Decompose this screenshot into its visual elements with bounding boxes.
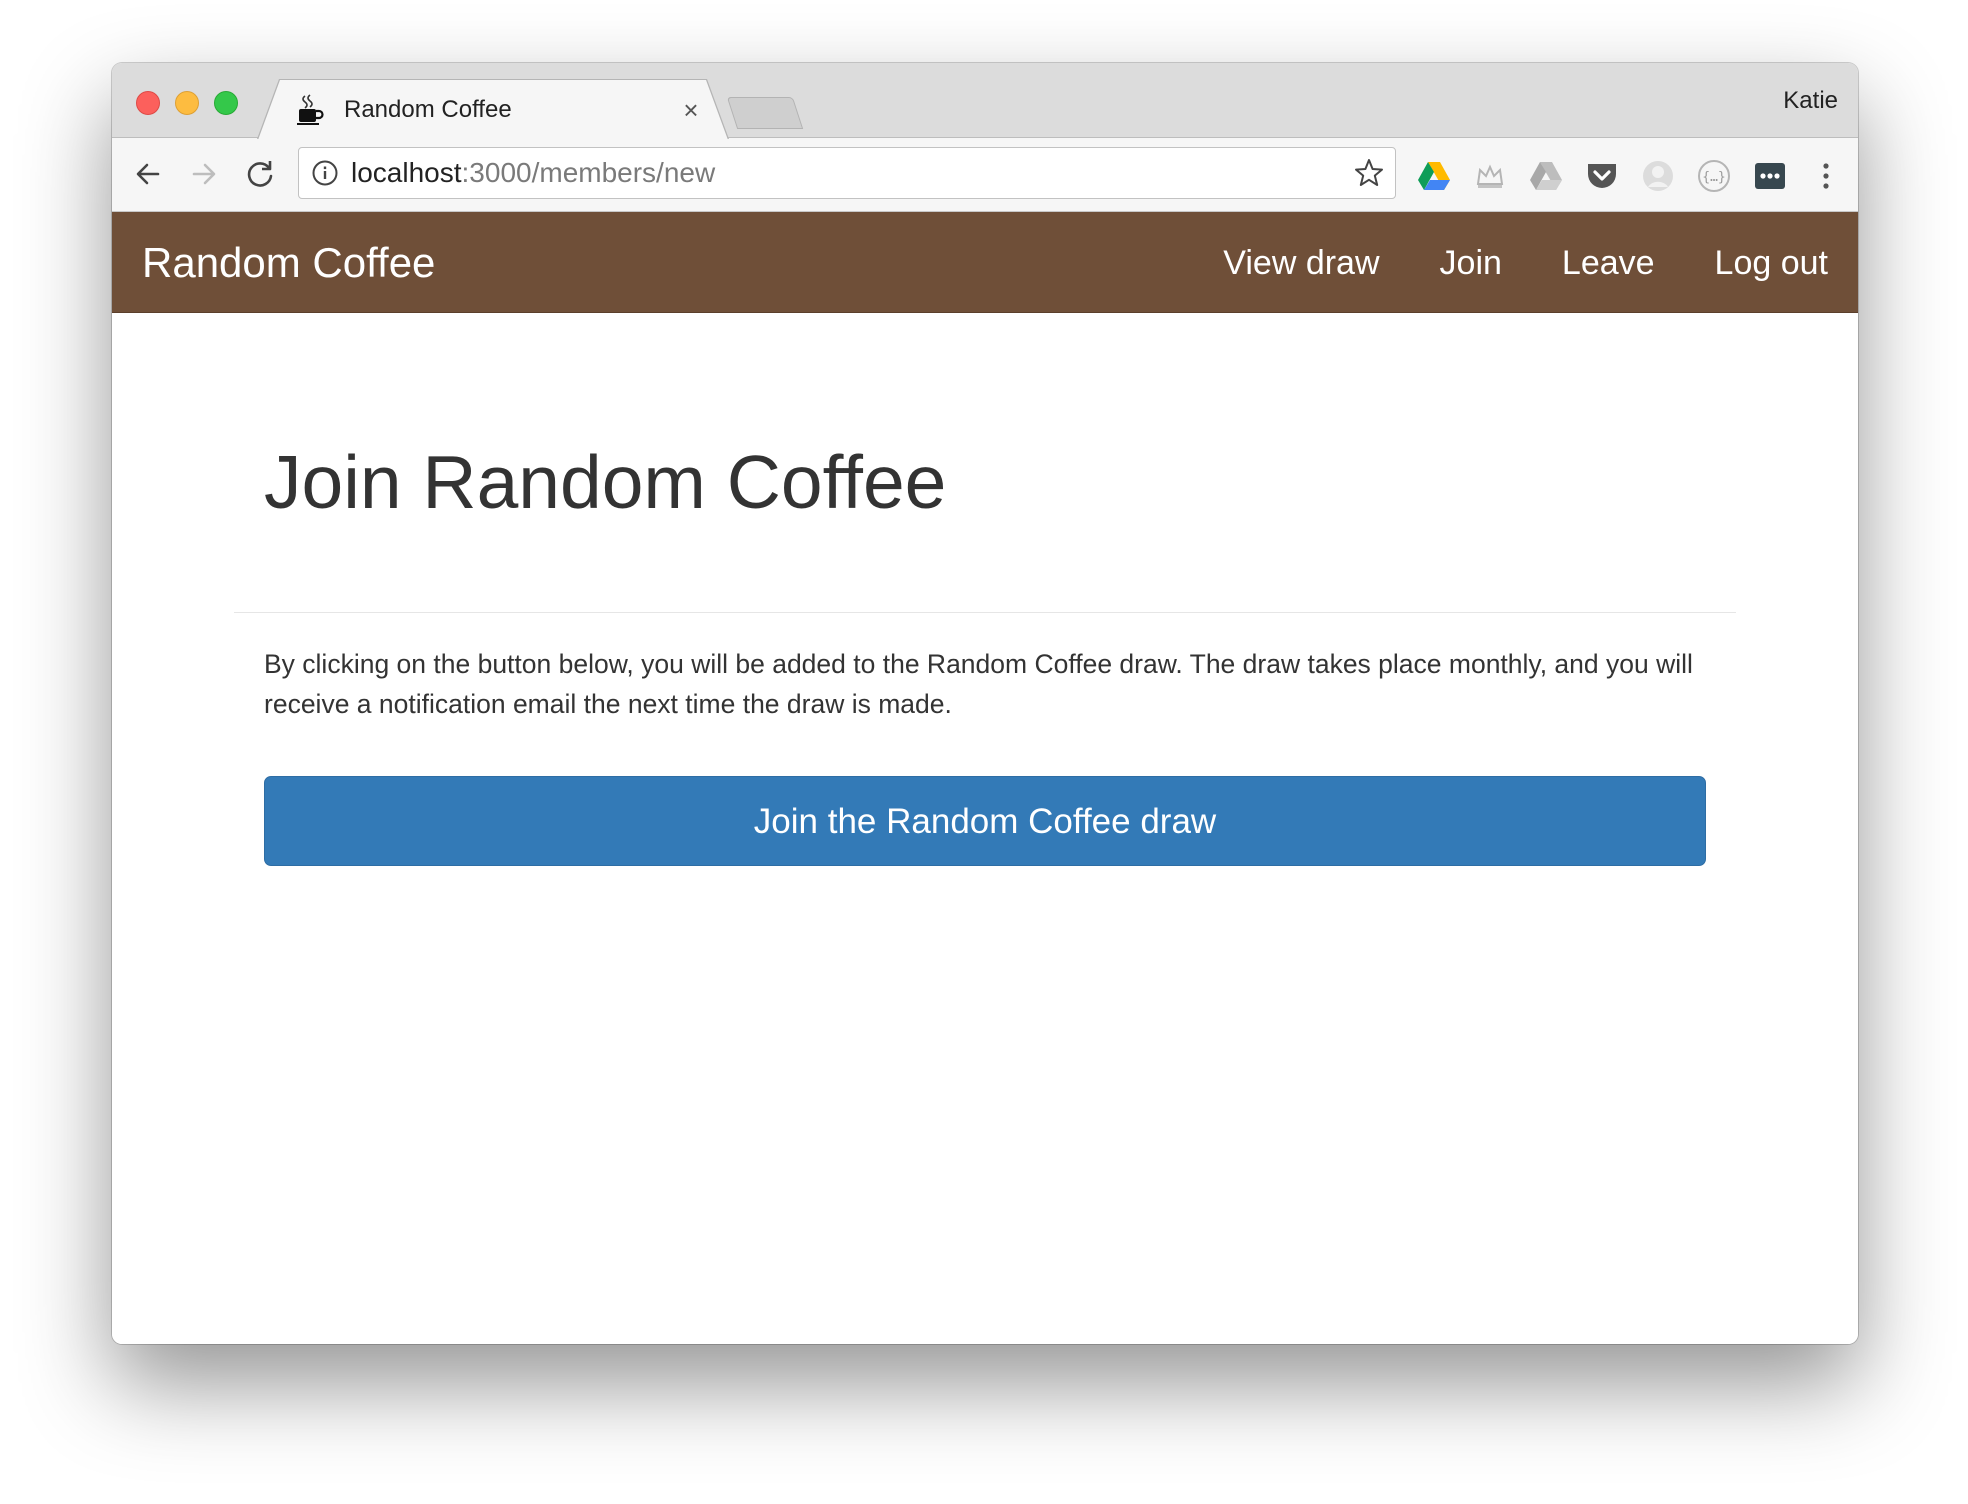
avatar-ext-icon[interactable] [1640, 158, 1676, 194]
kebab-menu-icon[interactable] [1808, 158, 1844, 194]
browser-toolbar: localhost:3000/members/new {…} [112, 138, 1858, 212]
tab-random-coffee[interactable]: Random Coffee × [258, 80, 728, 140]
header-divider [234, 612, 1736, 613]
nav-links: View draw Join Leave Log out [1223, 240, 1828, 286]
dots-ext-icon[interactable] [1752, 158, 1788, 194]
crown-icon[interactable] [1472, 158, 1508, 194]
web-page: Random Coffee View draw Join Leave Log o… [112, 212, 1858, 1344]
svg-text:{…}: {…} [1702, 170, 1725, 185]
browser-window: Random Coffee × Katie localhost:3000/mem… [112, 63, 1858, 1344]
tab-close-icon[interactable]: × [676, 90, 706, 130]
nav-view-draw[interactable]: View draw [1223, 240, 1379, 286]
site-navbar: Random Coffee View draw Join Leave Log o… [112, 212, 1858, 313]
minimize-window-button[interactable] [175, 91, 199, 115]
address-bar[interactable]: localhost:3000/members/new [298, 147, 1396, 199]
reload-icon[interactable] [240, 154, 280, 194]
nav-log-out[interactable]: Log out [1715, 240, 1828, 286]
nav-join[interactable]: Join [1440, 240, 1502, 286]
title-bar: Random Coffee × Katie [112, 63, 1858, 140]
new-tab-button[interactable] [726, 97, 804, 129]
pocket-icon[interactable] [1584, 158, 1620, 194]
json-ext-icon[interactable]: {…} [1696, 158, 1732, 194]
tab-title: Random Coffee [344, 96, 512, 123]
maximize-window-button[interactable] [214, 91, 238, 115]
page-title: Join Random Coffee [264, 440, 947, 524]
google-drive-icon[interactable] [1416, 158, 1452, 194]
nav-leave[interactable]: Leave [1562, 240, 1655, 286]
arrow-left-icon[interactable] [128, 154, 168, 194]
description-text: By clicking on the button below, you wil… [264, 649, 1693, 719]
info-icon[interactable] [311, 159, 339, 187]
coffee-cup-icon [296, 94, 326, 126]
join-draw-button[interactable]: Join the Random Coffee draw [264, 776, 1706, 866]
url-path: :3000/members/new [461, 157, 716, 188]
star-icon[interactable] [1353, 157, 1385, 189]
profile-name[interactable]: Katie [1783, 87, 1838, 115]
arrow-right-icon[interactable] [184, 154, 224, 194]
brand-link[interactable]: Random Coffee [142, 240, 435, 286]
drive-grey-icon[interactable] [1528, 158, 1564, 194]
url-host: localhost [351, 157, 462, 188]
url-text[interactable]: localhost:3000/members/new [351, 156, 715, 190]
close-window-button[interactable] [136, 91, 160, 115]
